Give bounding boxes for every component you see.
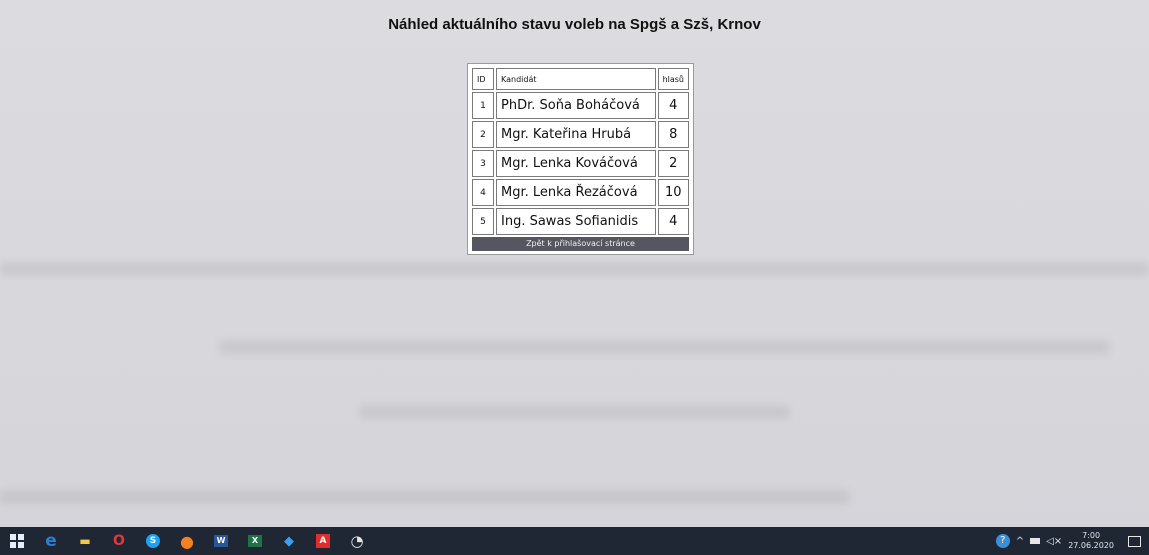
row-id: 4 — [472, 179, 494, 206]
taskbar-app[interactable]: ▬ — [68, 527, 102, 555]
taskbar-app[interactable]: ◆ — [272, 527, 306, 555]
store-icon: ◆ — [284, 533, 294, 549]
taskbar: e ▬ O S ● W X ◆ A ◔ ? ^ ◁× 7:00 27.06.20… — [0, 527, 1149, 555]
table-row: 3 Mgr. Lenka Kováčová 2 — [472, 150, 689, 177]
battery-icon[interactable] — [1030, 538, 1041, 544]
row-votes: 8 — [657, 121, 689, 148]
background-ghost-line — [360, 405, 789, 419]
background-ghost-line — [0, 262, 1149, 276]
background-ghost-line — [220, 340, 1109, 354]
row-id: 5 — [472, 208, 494, 235]
row-id: 2 — [472, 121, 494, 148]
taskbar-app[interactable]: W — [204, 527, 238, 555]
taskbar-app[interactable]: X — [238, 527, 272, 555]
table-header-row: ID Kandidát hlasů — [472, 68, 689, 90]
volume-icon[interactable]: ◁× — [1046, 536, 1062, 547]
header-candidate: Kandidát — [496, 68, 656, 90]
table-row: 5 Ing. Sawas Sofianidis 4 — [472, 208, 689, 235]
clock[interactable]: 7:00 27.06.2020 — [1068, 531, 1114, 551]
notification-icon[interactable] — [1128, 535, 1141, 547]
system-tray: ? ^ ◁× 7:00 27.06.2020 — [995, 527, 1149, 555]
clock-date: 27.06.2020 — [1068, 541, 1114, 550]
row-votes: 2 — [657, 150, 689, 177]
acrobat-icon: A — [316, 534, 330, 548]
taskbar-app[interactable]: ◔ — [340, 527, 374, 555]
file-explorer-icon: ▬ — [79, 534, 91, 548]
taskbar-app[interactable]: e — [34, 527, 68, 555]
table-row: 2 Mgr. Kateřina Hrubá 8 — [472, 121, 689, 148]
opera-icon: O — [113, 533, 125, 549]
page: Náhled aktuálního stavu voleb na Spgš a … — [0, 0, 1149, 555]
taskbar-app[interactable]: A — [306, 527, 340, 555]
excel-icon: X — [248, 535, 262, 547]
row-candidate: PhDr. Soňa Boháčová — [496, 92, 656, 119]
taskbar-app[interactable]: ● — [170, 527, 204, 555]
page-title: Náhled aktuálního stavu voleb na Spgš a … — [388, 16, 761, 33]
firefox-icon: ● — [180, 531, 194, 551]
chevron-up-icon[interactable]: ^ — [1016, 536, 1024, 547]
windows-start-icon — [10, 534, 24, 548]
header-votes: hlasů — [657, 68, 689, 90]
row-id: 1 — [472, 92, 494, 119]
word-icon: W — [214, 535, 228, 547]
row-votes: 10 — [657, 179, 689, 206]
results-table: ID Kandidát hlasů 1 PhDr. Soňa Boháčová … — [470, 66, 691, 237]
row-candidate: Mgr. Kateřina Hrubá — [496, 121, 656, 148]
row-candidate: Ing. Sawas Sofianidis — [496, 208, 656, 235]
table-row: 1 PhDr. Soňa Boháčová 4 — [472, 92, 689, 119]
taskbar-app[interactable]: O — [102, 527, 136, 555]
table-row: 4 Mgr. Lenka Řezáčová 10 — [472, 179, 689, 206]
row-id: 3 — [472, 150, 494, 177]
gauge-icon: ◔ — [350, 532, 364, 550]
help-icon[interactable]: ? — [995, 534, 1010, 548]
background-ghost-line — [0, 490, 849, 504]
clock-time: 7:00 — [1082, 531, 1101, 540]
row-candidate: Mgr. Lenka Kováčová — [496, 150, 656, 177]
back-to-login-button[interactable]: Zpět k přihlašovací stránce — [472, 237, 689, 251]
row-votes: 4 — [657, 92, 689, 119]
edge-icon: e — [45, 531, 57, 551]
header-id: ID — [472, 68, 494, 90]
results-table-container: ID Kandidát hlasů 1 PhDr. Soňa Boháčová … — [467, 63, 694, 255]
start-button[interactable] — [0, 527, 34, 555]
taskbar-app[interactable]: S — [136, 527, 170, 555]
skype-icon: S — [146, 534, 160, 548]
row-votes: 4 — [657, 208, 689, 235]
row-candidate: Mgr. Lenka Řezáčová — [496, 179, 656, 206]
